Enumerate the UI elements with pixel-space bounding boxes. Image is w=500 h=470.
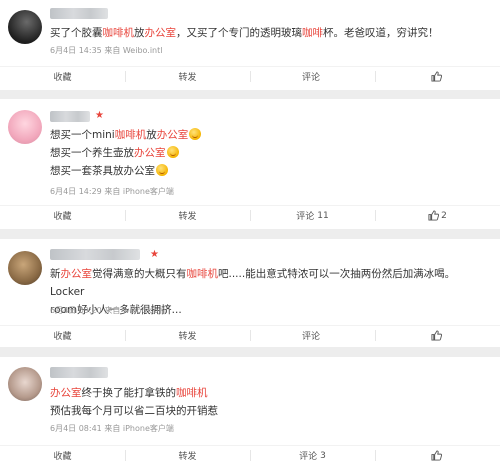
- repost-button[interactable]: 转发: [125, 67, 250, 86]
- favorite-button[interactable]: 收藏: [0, 67, 125, 86]
- comment-button[interactable]: 评论 3: [250, 446, 375, 465]
- comment-label: 评论: [301, 332, 320, 342]
- post-text: 杯。老爸叹道，穷讲究！: [323, 27, 439, 39]
- verified-badge-icon: ★: [150, 249, 159, 260]
- post-text-line: 买了个胶囊咖啡机放办公室，又买了个专门的透明玻璃咖啡杯。老爸叹道，穷讲究！: [50, 24, 484, 42]
- action-bar: 收藏 转发 评论 11 2: [0, 205, 500, 225]
- favorite-label: 收藏: [53, 73, 72, 83]
- username-blurred[interactable]: [50, 249, 140, 260]
- post-content: 买了个胶囊咖啡机放办公室，又买了个专门的透明玻璃咖啡杯。老爸叹道，穷讲究！: [50, 24, 484, 42]
- post-text: 买了个胶囊: [50, 27, 103, 39]
- comment-label: 评论: [299, 452, 318, 462]
- like-count: 2: [441, 210, 447, 221]
- post-meta: 6月4日 14:35 来自 Weibo.intl: [50, 46, 163, 55]
- post-text-line: 想买一个养生壶放办公室: [50, 144, 484, 162]
- comment-label: 评论: [301, 73, 320, 83]
- smile-emoji-icon: [166, 146, 179, 158]
- favorite-button[interactable]: 收藏: [0, 206, 125, 225]
- avatar[interactable]: [8, 10, 42, 44]
- username-blurred[interactable]: [50, 111, 90, 122]
- post-text-line: 想买一个mini咖啡机放办公室: [50, 126, 484, 144]
- post-text-line: 想买一套茶具放办公室: [50, 162, 484, 180]
- weibo-feed: 买了个胶囊咖啡机放办公室，又买了个专门的透明玻璃咖啡杯。老爸叹道，穷讲究！ 6月…: [0, 0, 500, 470]
- post-text-line: 预估我每个月可以省二百块的开销惹: [50, 402, 484, 420]
- username-blurred[interactable]: [50, 8, 108, 19]
- post-meta: 6月4日 08:41 来自 iPhone客户端: [50, 424, 174, 433]
- comment-button[interactable]: 评论 11: [250, 206, 375, 225]
- favorite-button[interactable]: 收藏: [0, 326, 125, 345]
- keyword-highlight[interactable]: 咖啡机: [115, 129, 147, 141]
- repost-label: 转发: [178, 332, 197, 342]
- post-text: 觉得满意的大概只有: [92, 268, 187, 280]
- post-text: 终于换了能打拿铁的: [81, 387, 177, 399]
- avatar[interactable]: [8, 110, 42, 144]
- comment-label: 评论: [296, 212, 315, 222]
- repost-button[interactable]: 转发: [125, 326, 250, 345]
- post-text: ，又买了个专门的透明玻璃: [176, 27, 302, 39]
- thumbs-up-icon: [431, 450, 442, 461]
- keyword-highlight[interactable]: 咖啡机: [176, 387, 208, 399]
- post-text: 想买一套茶具放办公室: [50, 165, 155, 177]
- post-text: 新: [50, 268, 61, 280]
- smile-emoji-icon: [189, 128, 202, 140]
- repost-label: 转发: [178, 212, 197, 222]
- action-bar: 收藏 转发 评论 3: [0, 445, 500, 465]
- avatar[interactable]: [8, 251, 42, 285]
- post-text-line: 新办公室觉得满意的大概只有咖啡机吧.....能出意式特浓可以一次抽两份然后加满冰…: [50, 265, 484, 301]
- favorite-label: 收藏: [53, 332, 72, 342]
- repost-label: 转发: [178, 73, 197, 83]
- verified-badge-icon: ★: [95, 110, 104, 121]
- favorite-label: 收藏: [53, 452, 72, 462]
- smile-emoji-icon: [156, 164, 168, 176]
- repost-button[interactable]: 转发: [125, 206, 250, 225]
- post-text: 预估我每个月可以省二百块的开销惹: [50, 405, 218, 417]
- favorite-button[interactable]: 收藏: [0, 446, 125, 465]
- weibo-post: ★ 新办公室觉得满意的大概只有咖啡机吧.....能出意式特浓可以一次抽两份然后加…: [0, 239, 500, 347]
- comment-count: 3: [320, 450, 326, 461]
- action-bar: 收藏 转发 评论: [0, 66, 500, 86]
- comment-count: 11: [317, 210, 329, 221]
- favorite-label: 收藏: [53, 212, 72, 222]
- post-text: 放: [134, 27, 145, 39]
- keyword-highlight[interactable]: 办公室: [157, 129, 189, 141]
- keyword-highlight[interactable]: 办公室: [145, 27, 177, 39]
- avatar[interactable]: [8, 367, 42, 401]
- post-text: 想买一个mini: [50, 129, 115, 141]
- thumbs-up-icon: [431, 330, 442, 341]
- post-content: 办公室终于换了能打拿铁的咖啡机预估我每个月可以省二百块的开销惹: [50, 384, 484, 420]
- keyword-highlight[interactable]: 办公室: [134, 147, 166, 159]
- like-button[interactable]: [375, 446, 500, 465]
- comment-button[interactable]: 评论: [250, 326, 375, 345]
- post-text-line: 办公室终于换了能打拿铁的咖啡机: [50, 384, 484, 402]
- keyword-highlight[interactable]: 办公室: [61, 268, 93, 280]
- weibo-post: 买了个胶囊咖啡机放办公室，又买了个专门的透明玻璃咖啡杯。老爸叹道，穷讲究！ 6月…: [0, 0, 500, 90]
- post-text: 放: [146, 129, 157, 141]
- keyword-highlight[interactable]: 咖啡机: [103, 27, 135, 39]
- repost-label: 转发: [178, 452, 197, 462]
- post-meta: 6月4日 09:20 来自 weibo.com: [50, 306, 167, 315]
- thumbs-up-icon: [431, 71, 442, 82]
- weibo-post: 办公室终于换了能打拿铁的咖啡机预估我每个月可以省二百块的开销惹 6月4日 08:…: [0, 357, 500, 470]
- post-content: 想买一个mini咖啡机放办公室 想买一个养生壶放办公室 想买一套茶具放办公室: [50, 126, 484, 180]
- keyword-highlight[interactable]: 咖啡机: [187, 268, 219, 280]
- comment-button[interactable]: 评论: [250, 67, 375, 86]
- like-button[interactable]: [375, 67, 500, 86]
- weibo-post: ★ 想买一个mini咖啡机放办公室 想买一个养生壶放办公室 想买一套茶具放办公室 6…: [0, 99, 500, 229]
- keyword-highlight[interactable]: 办公室: [50, 387, 82, 399]
- keyword-highlight[interactable]: 咖啡: [302, 27, 323, 39]
- action-bar: 收藏 转发 评论: [0, 325, 500, 345]
- username-blurred[interactable]: [50, 367, 108, 378]
- repost-button[interactable]: 转发: [125, 446, 250, 465]
- post-text: 想买一个养生壶放: [50, 147, 134, 159]
- post-meta: 6月4日 14:29 来自 iPhone客户端: [50, 187, 174, 196]
- like-button[interactable]: [375, 326, 500, 345]
- like-button[interactable]: 2: [375, 206, 500, 225]
- thumbs-up-icon: [428, 210, 440, 221]
